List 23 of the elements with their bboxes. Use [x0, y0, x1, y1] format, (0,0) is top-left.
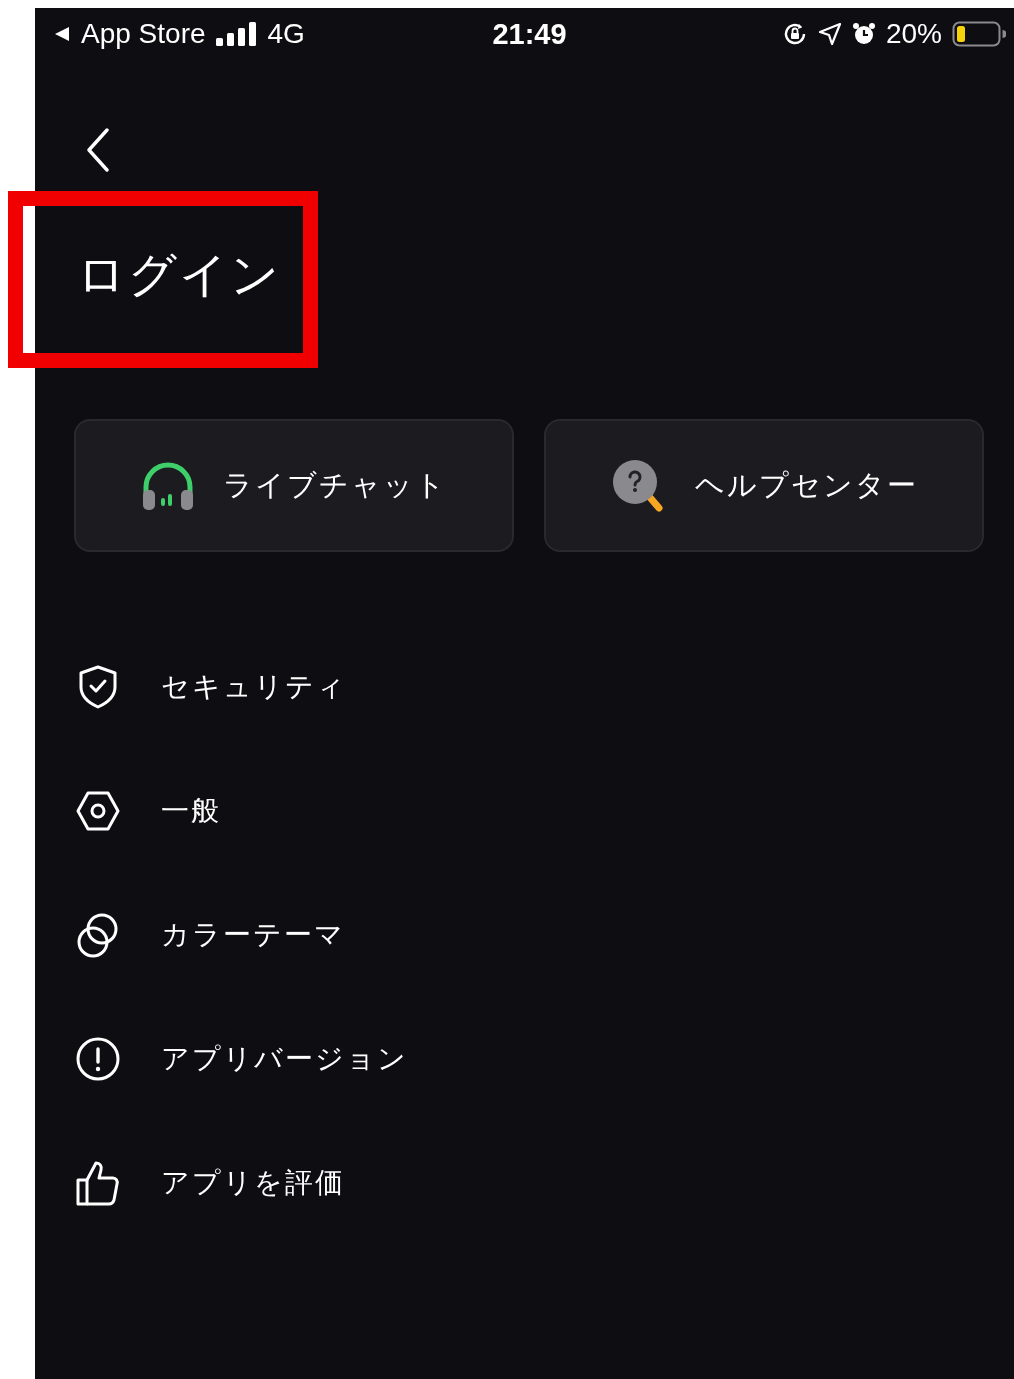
settings-menu-item[interactable]: 一般 — [75, 749, 1014, 873]
location-arrow-icon — [817, 22, 842, 46]
back-triangle-icon — [53, 25, 71, 43]
exclamation-circle-icon — [76, 1037, 120, 1081]
settings-icon — [76, 791, 120, 831]
alarm-clock-icon — [851, 22, 876, 46]
settings-menu-item[interactable]: カラーテーマ — [75, 873, 1014, 997]
signal-icon — [215, 22, 258, 46]
shield-check-icon — [78, 665, 118, 709]
battery-percent: 20% — [885, 18, 942, 50]
login-title[interactable]: ログイン — [77, 243, 281, 307]
network-label: 4G — [267, 18, 305, 50]
settings-menu-item[interactable]: アプリを評価 — [75, 1121, 1014, 1245]
clock-time: 21:49 — [492, 17, 567, 51]
help-center-button[interactable]: ヘルプセンター — [544, 419, 984, 552]
settings-menu-item[interactable]: アプリバージョン — [75, 997, 1014, 1121]
thumbs-up-icon — [76, 1160, 120, 1206]
back-app-label[interactable]: App Store — [81, 18, 206, 50]
live-chat-button[interactable]: ライブチャット — [74, 419, 514, 552]
settings-menu-item[interactable]: セキュリティ — [75, 625, 1014, 749]
battery-icon — [952, 21, 1006, 47]
overlapping-circles-icon — [77, 912, 119, 958]
back-chevron-icon[interactable] — [85, 128, 111, 172]
